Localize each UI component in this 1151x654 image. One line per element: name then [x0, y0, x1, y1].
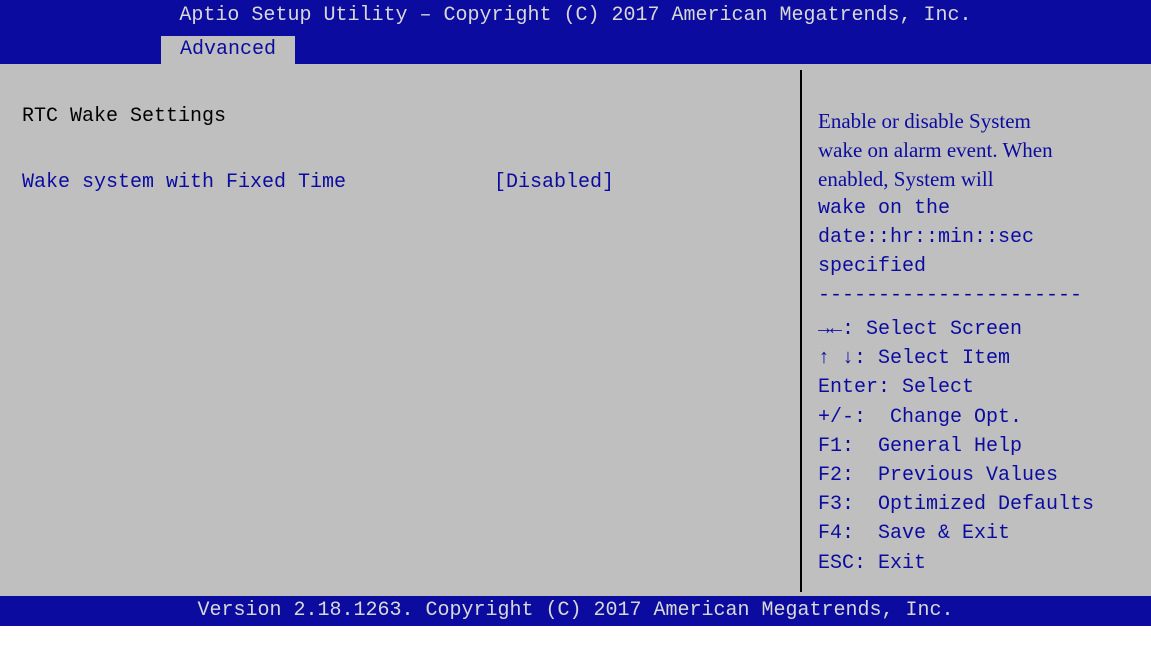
key-desc: : Previous Values — [842, 463, 1059, 487]
key-desc: : Save & Exit — [842, 522, 1011, 546]
help-panel: Enable or disable System wake on alarm e… — [818, 107, 1148, 310]
bottom-margin — [0, 626, 1151, 654]
setting-wake-fixed-time-value[interactable]: [Disabled] — [494, 171, 614, 195]
key-hint-select-screen: →←: Select Screen — [818, 315, 1148, 344]
key-desc: : Exit — [854, 551, 927, 575]
key-name: F2 — [818, 463, 843, 487]
key-name: F4 — [818, 522, 843, 546]
help-line: wake on the — [818, 197, 951, 220]
key-name: Enter — [818, 376, 879, 400]
key-hint-f3: F3: Optimized Defaults — [818, 490, 1148, 519]
key-desc: : Select Item — [854, 347, 1011, 371]
key-hint-enter: Enter: Select — [818, 373, 1148, 402]
key-hint-select-item: ↑ ↓: Select Item — [818, 344, 1148, 373]
help-line: specified — [818, 255, 927, 278]
key-desc: : Optimized Defaults — [842, 493, 1095, 517]
arrow-up-down-icon: ↑ ↓ — [818, 347, 855, 371]
window-title: Aptio Setup Utility – Copyright (C) 2017… — [0, 0, 1151, 32]
section-title: RTC Wake Settings — [22, 105, 227, 128]
panel-divider — [800, 70, 802, 592]
bios-setup-window: Aptio Setup Utility – Copyright (C) 2017… — [0, 0, 1151, 654]
key-hint-f1: F1: General Help — [818, 432, 1148, 461]
tab-advanced[interactable]: Advanced — [161, 36, 295, 64]
help-line: date::hr::min::sec — [818, 226, 1035, 249]
key-hint-esc: ESC: Exit — [818, 549, 1148, 578]
key-hint-f4: F4: Save & Exit — [818, 519, 1148, 548]
key-desc: : Change Opt. — [854, 405, 1023, 429]
help-line: enabled, System will — [818, 167, 994, 191]
key-hint-change-opt: +/-: Change Opt. — [818, 403, 1148, 432]
help-line: wake on alarm event. When — [818, 138, 1053, 162]
key-desc: : Select Screen — [842, 318, 1023, 341]
version-footer: Version 2.18.1263. Copyright (C) 2017 Am… — [0, 596, 1151, 626]
key-legend: →←: Select Screen ↑ ↓: Select Item Enter… — [818, 315, 1148, 578]
main-panel — [0, 64, 800, 596]
key-desc: : Select — [878, 376, 975, 400]
key-name: F3 — [818, 493, 843, 517]
key-name: F1 — [818, 434, 843, 458]
tab-bar: Advanced — [0, 32, 1151, 64]
help-line: Enable or disable System — [818, 109, 1031, 133]
help-separator: ---------------------- — [818, 284, 1083, 307]
key-name: +/- — [818, 405, 855, 429]
key-hint-f2: F2: Previous Values — [818, 461, 1148, 490]
key-desc: : General Help — [842, 434, 1023, 458]
setting-wake-fixed-time-label[interactable]: Wake system with Fixed Time — [22, 171, 346, 195]
arrow-left-right-icon: →← — [818, 318, 843, 341]
key-name: ESC — [818, 551, 855, 575]
